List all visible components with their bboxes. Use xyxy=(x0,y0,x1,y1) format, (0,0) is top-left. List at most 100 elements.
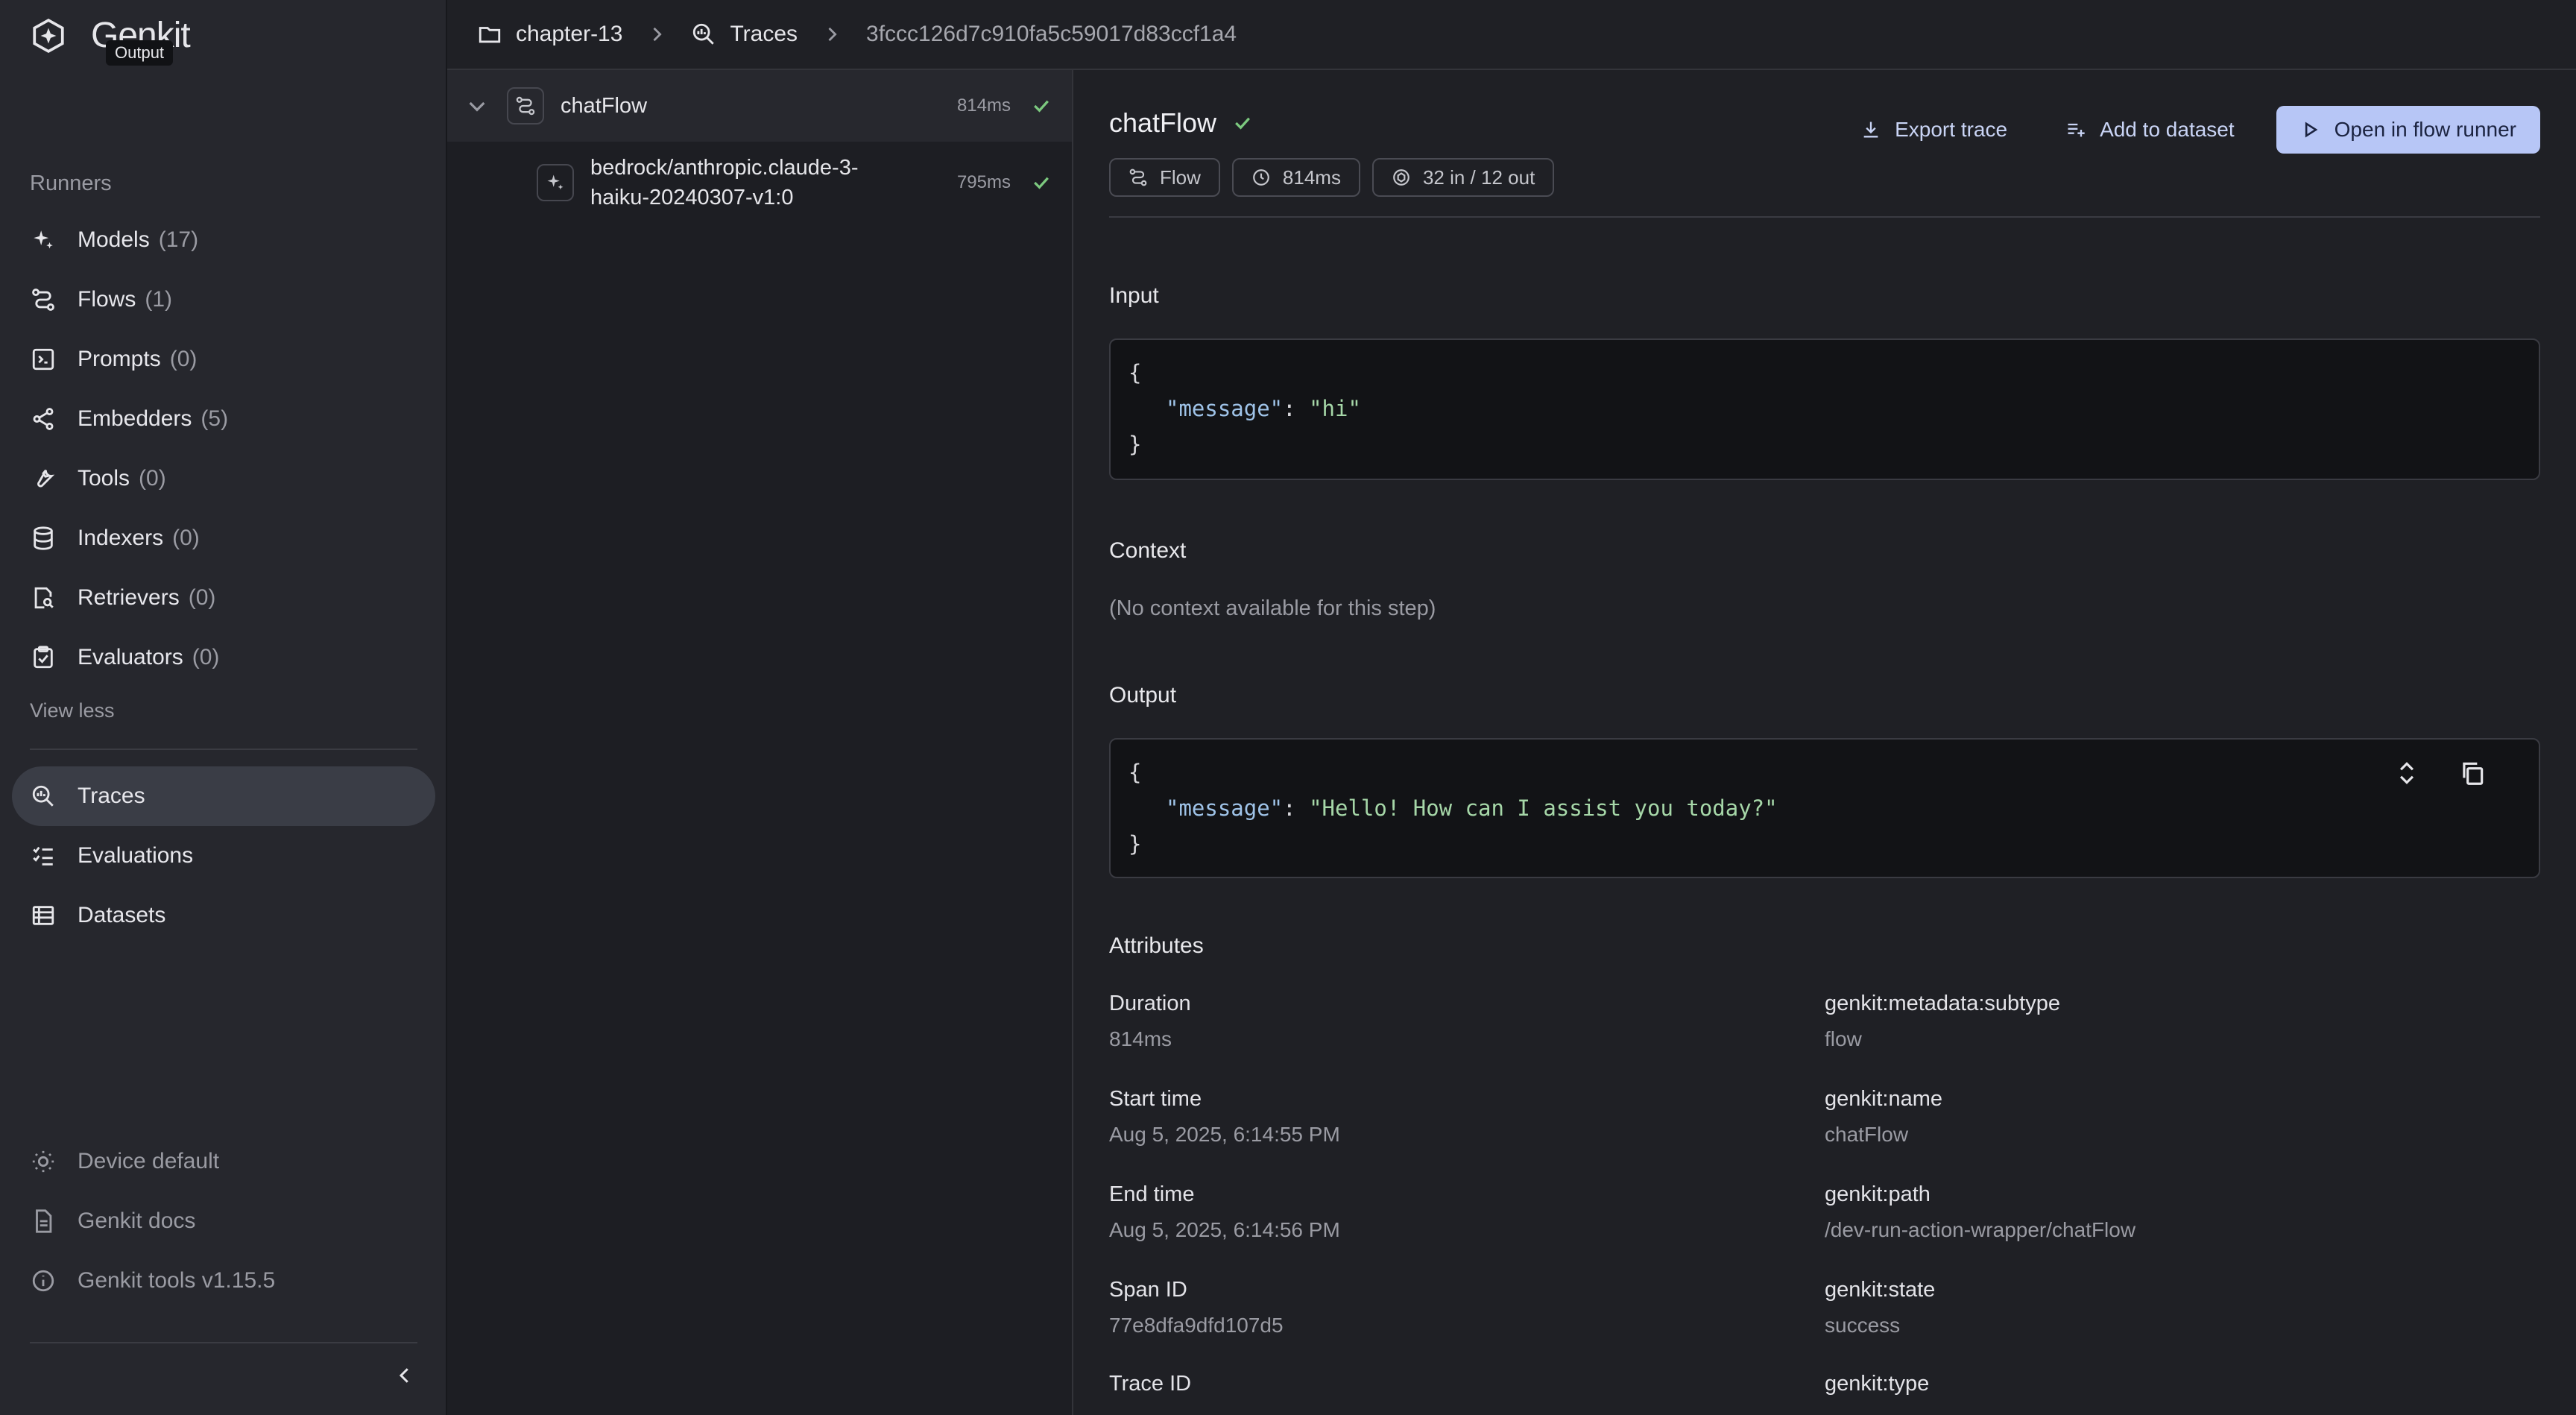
attr-type-label: genkit:type xyxy=(1825,1372,1930,1396)
attr-state-label: genkit:state xyxy=(1825,1278,1936,1302)
sidebar-item-label: Tools xyxy=(78,466,130,491)
json-value: "hi" xyxy=(1309,396,1361,421)
json-line: "message": "hi" xyxy=(1128,391,2521,426)
json-line: "message": "Hello! How can I assist you … xyxy=(1128,790,2521,826)
json-colon: : xyxy=(1283,795,1310,821)
chip-tokens-label: 32 in / 12 out xyxy=(1422,166,1535,189)
theme-icon xyxy=(30,1148,57,1175)
sidebar-item-label: Embedders xyxy=(78,406,192,431)
clock-icon xyxy=(1253,169,1269,186)
sidebar-item-label: Retrievers xyxy=(78,585,180,610)
check-icon xyxy=(1034,100,1049,113)
open-in-flow-runner-label: Open in flow runner xyxy=(2334,118,2516,141)
flow-icon xyxy=(1129,168,1147,186)
context-empty-text: (No context available for this step) xyxy=(1109,596,1436,620)
chip-type: Flow xyxy=(1109,158,1220,197)
output-json-viewer[interactable]: { "message": "Hello! How can I assist yo… xyxy=(1109,738,2540,878)
sparkle-icon xyxy=(30,227,57,253)
trace-search-icon xyxy=(693,23,715,45)
chip-type-label: Flow xyxy=(1160,166,1201,189)
attr-trace-id-label: Trace ID xyxy=(1109,1372,1192,1396)
sidebar-item-label: Traces xyxy=(78,784,145,808)
prompt-icon xyxy=(30,346,57,373)
sidebar-item-retrievers[interactable]: Retrievers (0) xyxy=(30,568,228,628)
runners-list: Models (17) Flows (1) Prompts (0) Embedd… xyxy=(30,210,228,687)
view-less-link[interactable]: View less xyxy=(30,699,115,722)
sidebar-footer: Device default Genkit docs Genkit tools … xyxy=(30,1132,275,1311)
genkit-tools-version[interactable]: Genkit tools v1.15.5 xyxy=(30,1251,275,1311)
sidebar-item-models[interactable]: Models (17) xyxy=(30,210,228,270)
sidebar-item-traces[interactable]: Traces xyxy=(12,766,435,826)
breadcrumb-project[interactable]: chapter-13 xyxy=(477,22,622,47)
collapse-sidebar-icon[interactable] xyxy=(394,1364,416,1387)
breadcrumb-traces[interactable]: Traces xyxy=(691,22,798,47)
span-chips: Flow 814ms 32 in / 12 out xyxy=(1109,158,1566,197)
token-icon xyxy=(1393,169,1409,186)
span-tree: chatFlow 814ms bedrock/anthropic.claude-… xyxy=(447,70,1073,1415)
sidebar-item-indexers[interactable]: Indexers (0) xyxy=(30,508,228,568)
sidebar: Genkit Output Runners Models (17) Flows … xyxy=(0,0,447,1415)
sidebar-item-embedders[interactable]: Embedders (5) xyxy=(30,389,228,449)
expand-icon[interactable] xyxy=(2393,759,2421,787)
output-tools xyxy=(2355,759,2487,787)
span-title-text: chatFlow xyxy=(1109,107,1217,138)
theme-toggle[interactable]: Device default xyxy=(30,1132,275,1191)
flow-icon xyxy=(516,96,535,116)
download-icon xyxy=(1863,122,1878,138)
span-duration: 795ms xyxy=(956,172,1011,192)
add-to-dataset-button[interactable]: Add to dataset xyxy=(2065,118,2235,142)
flow-node-icon xyxy=(507,87,544,125)
checklist-icon xyxy=(30,842,57,869)
span-duration: 814ms xyxy=(956,95,1011,116)
span-name-line2: haiku-20240307-v1:0 xyxy=(590,186,794,209)
sidebar-item-label: Datasets xyxy=(78,903,166,927)
chevron-down-icon[interactable] xyxy=(465,94,489,118)
attr-subtype-label: genkit:metadata:subtype xyxy=(1825,992,2060,1015)
sidebar-item-prompts[interactable]: Prompts (0) xyxy=(30,330,228,389)
playlist-add-icon xyxy=(2068,123,2085,137)
copy-icon[interactable] xyxy=(2458,759,2487,787)
attr-duration-value: 814ms xyxy=(1109,1027,1172,1050)
open-in-flow-runner-button[interactable]: Open in flow runner xyxy=(2276,106,2540,154)
sidebar-item-flows[interactable]: Flows (1) xyxy=(30,270,228,330)
breadcrumb-project-label: chapter-13 xyxy=(516,22,623,46)
export-trace-button[interactable]: Export trace xyxy=(1860,118,2007,142)
attr-subtype-value: flow xyxy=(1825,1027,1862,1050)
output-section-label: Output xyxy=(1109,683,1177,708)
json-value: "Hello! How can I assist you today?" xyxy=(1309,795,1778,821)
runners-section-label: Runners xyxy=(30,171,112,195)
sidebar-item-count: (5) xyxy=(201,406,229,431)
genkit-docs-link[interactable]: Genkit docs xyxy=(30,1191,275,1251)
flow-icon xyxy=(30,286,57,313)
sidebar-item-label: Evaluations xyxy=(78,843,194,868)
chip-duration: 814ms xyxy=(1231,158,1360,197)
span-row-model[interactable]: bedrock/anthropic.claude-3- haiku-202403… xyxy=(447,142,1072,224)
breadcrumb-traces-label: Traces xyxy=(730,22,798,46)
input-json-viewer[interactable]: { "message": "hi" } xyxy=(1109,338,2540,480)
json-close-brace: } xyxy=(1128,432,1142,457)
attr-end-time-label: End time xyxy=(1109,1182,1195,1206)
span-name: bedrock/anthropic.claude-3- haiku-202403… xyxy=(590,153,858,212)
footer-item-label: Device default xyxy=(78,1149,220,1173)
json-close-brace: } xyxy=(1128,831,1142,857)
span-name: chatFlow xyxy=(561,94,648,118)
chip-duration-label: 814ms xyxy=(1282,166,1341,189)
attr-path-label: genkit:path xyxy=(1825,1182,1931,1206)
sidebar-item-evaluations[interactable]: Evaluations xyxy=(12,826,435,886)
sidebar-item-tools[interactable]: Tools (0) xyxy=(30,449,228,508)
play-icon xyxy=(2305,122,2318,138)
info-icon xyxy=(30,1267,57,1294)
sidebar-item-evaluators[interactable]: Evaluators (0) xyxy=(30,628,228,687)
json-open-brace: { xyxy=(1128,360,1142,385)
sidebar-item-datasets[interactable]: Datasets xyxy=(12,886,435,945)
attr-state-value: success xyxy=(1825,1314,1901,1337)
document-icon xyxy=(30,1208,57,1235)
database-icon xyxy=(30,525,57,552)
attributes-section-label: Attributes xyxy=(1109,933,1204,958)
sidebar-item-count: (0) xyxy=(188,585,216,610)
span-detail: chatFlow Flow 814ms 32 in / 12 out Expor… xyxy=(1073,70,2576,1415)
sidebar-item-count: (0) xyxy=(139,466,166,491)
chip-tokens: 32 in / 12 out xyxy=(1371,158,1555,197)
span-row-chatflow[interactable]: chatFlow 814ms xyxy=(447,70,1072,142)
footer-item-label: Genkit docs xyxy=(78,1208,196,1233)
